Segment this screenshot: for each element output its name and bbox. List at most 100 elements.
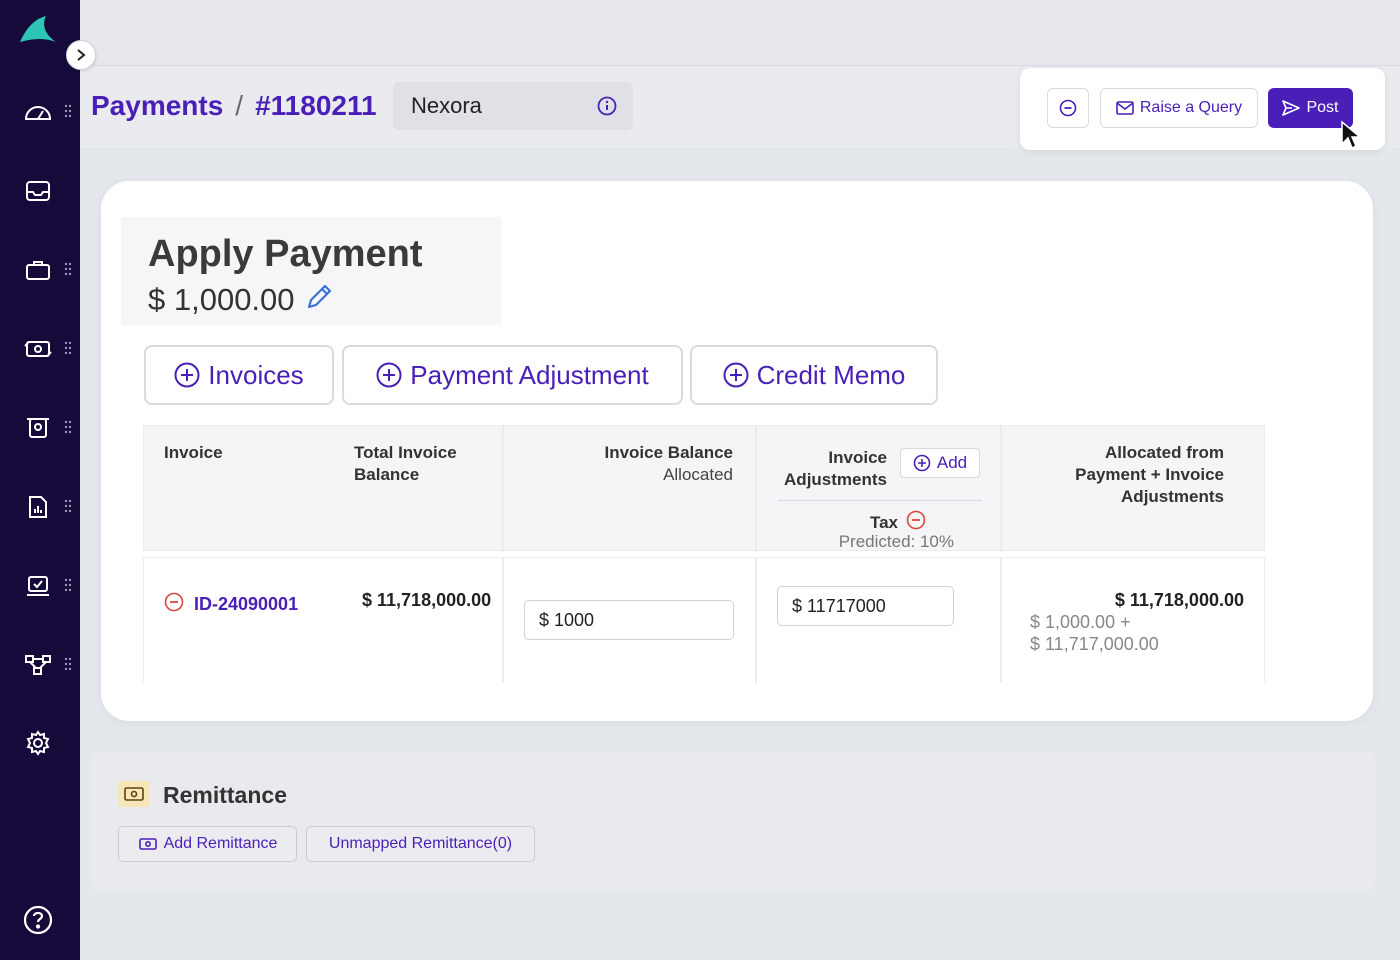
header-allocated: Allocated from Payment + Invoice Adjustm…: [1075, 442, 1224, 508]
sidebar-item-reports[interactable]: [0, 485, 80, 529]
header-line: Payment + Invoice: [1075, 465, 1224, 484]
report-icon: [22, 491, 54, 523]
header-invoice-adjustments: Invoice Adjustments: [784, 447, 887, 491]
sidebar-item-approvals[interactable]: [0, 564, 80, 608]
tab-label: Credit Memo: [756, 359, 906, 390]
header-inner-divider: [778, 500, 982, 501]
apply-payment-amount: $ 1,000.00: [148, 281, 335, 319]
allocated-adjustment-part: $ 11,717,000.00: [1030, 634, 1159, 654]
header-line: Invoice: [828, 448, 887, 467]
sidebar-item-briefcase[interactable]: [0, 248, 80, 292]
drag-handle-icon[interactable]: [64, 578, 74, 594]
workflow-icon: [22, 649, 54, 681]
column-divider: [1000, 558, 1002, 683]
header-invoice-balance-allocated: Invoice Balance Allocated: [604, 442, 733, 486]
top-bar: [80, 0, 1400, 66]
plus-circle-icon: [913, 454, 931, 472]
header-line: Allocated from: [1104, 443, 1224, 462]
add-remittance-label: Add Remittance: [163, 835, 278, 852]
balance-allocated-input[interactable]: $ 1000: [524, 600, 734, 640]
minus-circle-icon: [1059, 99, 1077, 117]
drag-handle-icon[interactable]: [64, 341, 74, 357]
chevron-right-icon: [77, 49, 86, 61]
cash-register-icon: [22, 412, 54, 444]
unmapped-remittance-label: Unmapped Remittance(0): [328, 835, 513, 852]
header-line: Balance: [354, 465, 420, 484]
apply-payment-card: Apply Payment $ 1,000.00 Invoices Paymen…: [101, 181, 1373, 721]
header-subline: Allocated: [663, 465, 733, 484]
breadcrumb-separator: /: [235, 90, 244, 121]
remove-invoice-icon[interactable]: [164, 592, 184, 617]
allocated-total: $ 11,718,000.00: [1114, 590, 1244, 610]
breadcrumb: Payments / #1180211: [91, 90, 377, 122]
tab-label: Invoices: [208, 359, 304, 390]
remittance-section: Remittance Add Remittance Unmapped Remit…: [91, 752, 1375, 890]
info-icon[interactable]: [597, 96, 617, 122]
briefcase-icon: [22, 254, 54, 286]
remittance-title: Remittance: [163, 782, 287, 808]
payment-amount-value: $ 1,000.00: [148, 282, 295, 317]
invoice-id-cell: ID-24090001: [164, 592, 298, 617]
add-remittance-button[interactable]: Add Remittance: [118, 826, 297, 862]
breadcrumb-payments-link[interactable]: Payments: [91, 90, 223, 122]
send-icon: [1282, 100, 1301, 116]
gear-icon: [22, 727, 54, 759]
app-logo[interactable]: [16, 14, 60, 48]
column-divider: [502, 558, 504, 683]
sidebar-item-workflow[interactable]: [0, 643, 80, 687]
action-toolbar: Raise a Query Post: [1020, 68, 1385, 150]
customer-name: Nexora: [411, 93, 482, 118]
sidebar-expand-button[interactable]: [66, 40, 96, 70]
drag-handle-icon[interactable]: [64, 104, 74, 120]
tab-label: Payment Adjustment: [410, 359, 649, 390]
drag-handle-icon[interactable]: [64, 420, 74, 436]
help-icon: [22, 904, 54, 936]
tab-credit-memo[interactable]: Credit Memo: [690, 345, 938, 405]
invoice-table-header: Invoice Total Invoice Balance Invoice Ba…: [143, 425, 1265, 552]
drag-handle-icon[interactable]: [64, 262, 74, 278]
payment-id: #1180211: [255, 90, 377, 121]
sidebar-item-cash[interactable]: [0, 406, 80, 450]
raise-query-label: Raise a Query: [1139, 99, 1243, 116]
remittance-icon: [118, 781, 150, 807]
column-divider: [755, 558, 757, 683]
total-invoice-balance: $ 11,718,000.00: [362, 590, 492, 610]
plus-circle-icon: [723, 362, 749, 388]
sidebar-item-help[interactable]: [0, 898, 80, 942]
sidebar-item-inbox[interactable]: [0, 169, 80, 213]
mouse-cursor-icon: [1340, 120, 1363, 155]
envelope-icon: [1116, 101, 1134, 115]
plus-circle-icon: [174, 362, 200, 388]
sidebar-item-settings[interactable]: [0, 721, 80, 765]
header-total-invoice-balance: Total Invoice Balance: [354, 442, 457, 486]
column-divider: [755, 426, 757, 552]
raise-query-button[interactable]: Raise a Query: [1100, 88, 1258, 128]
invoice-id-link[interactable]: ID-24090001: [194, 594, 298, 615]
allocated-payment-part: $ 1,000.00 +: [1030, 612, 1131, 632]
plus-circle-icon: [376, 362, 402, 388]
collapse-button[interactable]: [1047, 88, 1089, 128]
tax-predicted: Predicted: 10%: [838, 532, 954, 551]
add-label: Add: [936, 453, 968, 472]
header-line: Total Invoice: [354, 443, 457, 462]
sidebar-item-dashboard[interactable]: [0, 90, 80, 134]
money-transfer-icon: [22, 333, 54, 365]
header-line: Invoice Balance: [604, 443, 733, 462]
sidebar: [0, 0, 80, 960]
drag-handle-icon[interactable]: [64, 657, 74, 673]
unmapped-remittance-button[interactable]: Unmapped Remittance(0): [306, 826, 535, 862]
sidebar-item-payments[interactable]: [0, 327, 80, 371]
checklist-icon: [22, 570, 54, 602]
customer-badge[interactable]: Nexora: [393, 82, 633, 130]
tab-invoices[interactable]: Invoices: [144, 345, 334, 405]
speedometer-icon: [22, 96, 54, 128]
money-transfer-icon: [138, 838, 157, 850]
post-label: Post: [1306, 99, 1339, 116]
drag-handle-icon[interactable]: [64, 499, 74, 515]
pencil-icon[interactable]: [305, 281, 335, 319]
add-adjustment-button[interactable]: Add: [900, 448, 980, 478]
tab-payment-adjustment[interactable]: Payment Adjustment: [342, 345, 683, 405]
table-row: ID-24090001 $ 11,718,000.00 $ 1000 $ 117…: [143, 557, 1265, 683]
tax-adjustment-input[interactable]: $ 11717000: [777, 586, 954, 626]
header-line: Adjustments: [784, 470, 887, 489]
